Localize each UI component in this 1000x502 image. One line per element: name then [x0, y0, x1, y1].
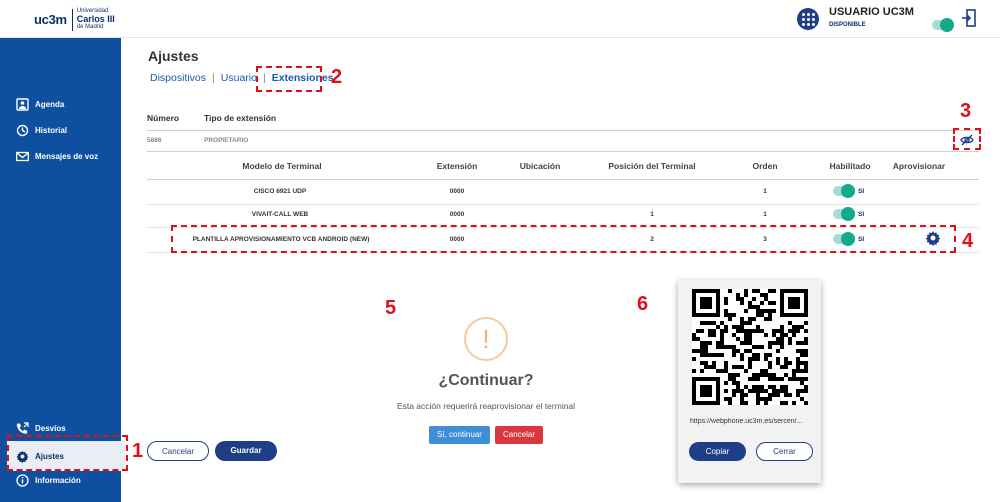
divider: [147, 179, 979, 180]
col-header-extension: Extensión: [436, 161, 478, 171]
divider: [147, 204, 979, 205]
divider: [147, 130, 979, 131]
mail-icon: [16, 151, 29, 162]
enabled-value: SI: [858, 188, 865, 195]
user-status: DISPONIBLE: [829, 22, 866, 28]
sidebar-item-desvios[interactable]: Desvíos: [16, 422, 66, 435]
warning-icon: !: [464, 317, 508, 361]
uc3m-logo: uc3m Universidad Carlos III de Madrid: [34, 8, 115, 31]
annotation-number-3: 3: [960, 100, 972, 122]
qr-code: [692, 289, 808, 405]
tab-separator: |: [212, 72, 215, 84]
confirm-button[interactable]: Sí, continuar: [429, 426, 490, 444]
cell-extension: 0000: [449, 211, 465, 218]
col-header-model: Modelo de Terminal: [242, 161, 322, 171]
logo-line-3: de Madrid: [76, 24, 104, 30]
cell-position: 1: [650, 211, 654, 218]
extension-type: PROPIETARIO: [204, 137, 249, 144]
cell-order: 1: [763, 188, 767, 195]
logo-university-name: Universidad Carlos III de Madrid: [77, 8, 115, 31]
annotation-number-6: 6: [637, 293, 649, 315]
copy-button[interactable]: Copiar: [689, 442, 746, 461]
annotation-number-2: 2: [331, 66, 343, 88]
tab-usuario[interactable]: Usuario: [221, 72, 257, 84]
number-label: Número: [147, 113, 180, 123]
page-title: Ajustes: [148, 48, 199, 64]
cell-extension: 0000: [449, 188, 465, 195]
tab-dispositivos[interactable]: Dispositivos: [150, 72, 206, 84]
enabled-value: SI: [858, 211, 865, 218]
col-header-enabled: Habilitado: [829, 161, 871, 171]
annotation-box-1: [7, 435, 128, 471]
logo-line-2: Carlos III: [76, 14, 115, 24]
sidebar-item-historial[interactable]: Historial: [16, 124, 67, 137]
annotation-box-2: [256, 66, 322, 92]
top-bar: uc3m Universidad Carlos III de Madrid US…: [0, 0, 1000, 38]
divider: [147, 151, 979, 152]
close-button[interactable]: Cerrar: [756, 442, 813, 461]
col-header-provision: Aprovisionar: [892, 161, 946, 171]
extension-number: 5886: [147, 137, 162, 144]
sidebar-item-label: Mensajes de voz: [35, 152, 99, 161]
calendar-icon: [16, 98, 29, 111]
cancel-button[interactable]: Cancelar: [147, 441, 209, 461]
col-header-order: Orden: [752, 161, 778, 171]
annotation-box-4: [171, 225, 956, 253]
sidebar-item-label: Información: [35, 476, 81, 485]
dialog-title: ¿Continuar?: [438, 372, 534, 389]
sidebar-item-label: Historial: [35, 126, 68, 135]
dialog-cancel-button[interactable]: Cancelar: [495, 426, 543, 444]
availability-toggle[interactable]: [932, 18, 954, 32]
dialog-message: Esta acción requerirá reaprovisionar el …: [396, 401, 576, 411]
cell-model: CISCO 6921 UDP: [253, 188, 307, 195]
sidebar-item-mensajes[interactable]: Mensajes de voz: [16, 150, 98, 163]
annotation-number-4: 4: [962, 230, 974, 252]
user-name: USUARIO UC3M: [829, 6, 914, 18]
sidebar: Agenda Historial Mensajes de voz Desvíos…: [0, 38, 125, 502]
qr-card: https://webphone.uc3m.es/sercen/... Copi…: [678, 280, 821, 483]
col-header-location: Ubicación: [519, 161, 561, 171]
extension-type-label: Tipo de extensión: [204, 113, 277, 123]
annotation-number-5: 5: [385, 297, 397, 319]
sidebar-item-informacion[interactable]: Información: [16, 474, 81, 487]
save-button[interactable]: Guardar: [215, 441, 277, 461]
enabled-toggle[interactable]: [833, 184, 855, 198]
info-icon: [16, 474, 29, 487]
qr-url: https://webphone.uc3m.es/sercen/...: [690, 418, 803, 425]
sidebar-item-agenda[interactable]: Agenda: [16, 98, 64, 111]
cell-order: 1: [763, 211, 767, 218]
history-icon: [16, 124, 29, 137]
phone-forward-icon: [16, 422, 29, 434]
dialpad-avatar-icon[interactable]: [797, 8, 819, 30]
logo-short: uc3m: [34, 12, 67, 27]
logout-icon[interactable]: [962, 9, 976, 27]
annotation-box-3: [953, 128, 981, 150]
enabled-toggle[interactable]: [833, 207, 855, 221]
annotation-number-1: 1: [132, 440, 144, 462]
col-header-position: Posición del Terminal: [608, 161, 696, 171]
sidebar-item-label: Agenda: [35, 100, 65, 109]
sidebar-item-label: Desvíos: [35, 424, 66, 433]
logo-divider: [71, 8, 73, 31]
cell-model: VIVAIT-CALL WEB: [251, 211, 309, 218]
